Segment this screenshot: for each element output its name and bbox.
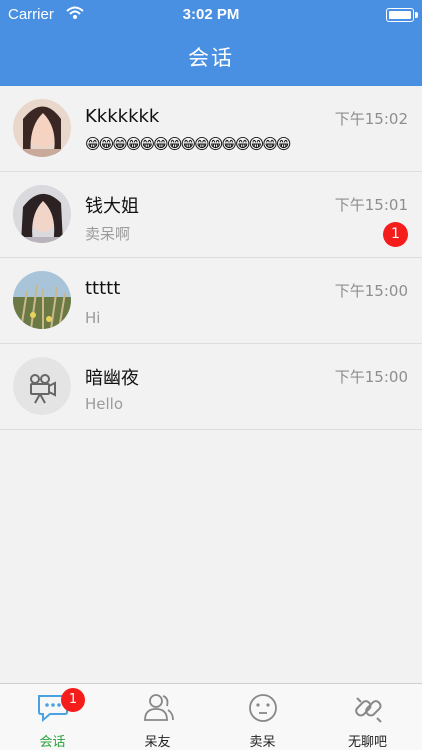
message-preview: Hi [85,309,101,327]
status-bar: Carrier 3:02 PM [0,0,422,30]
navigation-header: Carrier 3:02 PM 会话 [0,0,422,86]
tab-label: 呆友 [144,735,171,750]
tab-discover[interactable]: 卖呆 [210,684,315,750]
message-time: 下午15:01 [334,196,408,214]
tab-badge: 1 [61,688,85,712]
contact-name: Kkkkkkk [85,106,160,127]
default-avatar [13,357,71,415]
tab-label: 卖呆 [249,735,276,750]
contact-name: 钱大姐 [85,196,139,217]
page-title: 会话 [188,46,234,70]
message-preview: 卖呆啊 [85,225,131,243]
conversation-row[interactable]: 暗幽夜 下午15:00 Hello [0,344,422,430]
conversation-row[interactable]: 钱大姐 下午15:01 卖呆啊 1 [0,172,422,258]
status-time: 3:02 PM [182,6,240,23]
message-time: 下午15:00 [334,368,408,386]
contact-name: ttttt [85,278,121,299]
conversation-row[interactable]: ttttt 下午15:00 Hi [0,258,422,344]
battery-icon [386,8,418,22]
avatar [13,99,71,157]
conversation-list: Kkkkkkk 下午15:02 😁😁😁😁😁😁😁😁😁😁😁😁😁😁😁 钱大姐 下午15… [0,86,422,430]
contact-name: 暗幽夜 [85,368,139,389]
avatar [13,185,71,243]
unread-badge: 1 [383,222,408,247]
message-preview: 😁😁😁😁😁😁😁😁😁😁😁😁😁😁😁 [85,135,292,153]
tab-label: 会话 [39,735,66,750]
tab-boredom[interactable]: 无聊吧 [315,684,420,750]
tab-label: 无聊吧 [347,735,387,750]
message-time: 下午15:00 [334,282,408,300]
friends-icon [141,692,175,724]
message-preview: Hello [85,395,124,413]
tab-chats[interactable]: 1 会话 [0,684,105,750]
avatar [13,271,71,329]
tab-bar: 1 会话 呆友 卖呆 无聊吧 [0,683,422,750]
message-time: 下午15:02 [334,110,408,128]
chain-link-icon [351,692,385,724]
conversation-row[interactable]: Kkkkkkk 下午15:02 😁😁😁😁😁😁😁😁😁😁😁😁😁😁😁 [0,86,422,172]
face-icon [246,692,280,724]
tab-friends[interactable]: 呆友 [105,684,210,750]
